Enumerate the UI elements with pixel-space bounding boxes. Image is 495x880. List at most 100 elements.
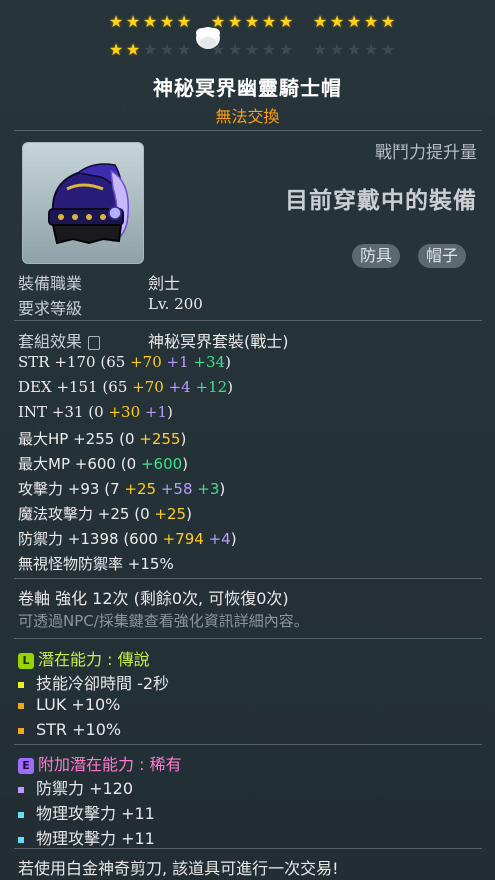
stat-bonus: +4 — [208, 530, 231, 548]
trade-status: 無法交換 — [215, 107, 280, 126]
stat-name: DEX — [18, 378, 52, 396]
stat-close: ) — [227, 378, 234, 396]
job-row: 裝備職業 劍士 — [18, 270, 180, 294]
stat-base: (65 — [102, 378, 128, 396]
stat-row: DEX +151 (65 +70 +4 +12) — [18, 378, 233, 396]
stat-close: ) — [230, 530, 237, 548]
additional-line-text: 物理攻擊力 +11 — [36, 804, 155, 823]
stat-bonus: +794 — [162, 530, 204, 548]
star-force-flower-icon — [196, 27, 220, 49]
star-empty-icon: ★ — [227, 40, 243, 59]
divider — [14, 744, 482, 745]
star-empty-icon: ★ — [261, 40, 277, 59]
star-empty-icon: ★ — [329, 40, 345, 59]
set-label: 套組效果 — [18, 332, 83, 351]
stat-bonus: +70 — [132, 378, 164, 396]
stat-bonus: +4 — [168, 378, 191, 396]
star-filled-icon: ★ — [108, 40, 124, 59]
stat-row: 防禦力 +1398 (600 +794 +4) — [18, 528, 237, 549]
star-empty-icon: ★ — [159, 40, 175, 59]
stat-close: ) — [225, 353, 231, 371]
scroll-upgrade-text: 卷軸 強化 12次 (剩餘0次, 可恢復0次) — [18, 589, 289, 608]
bullet-icon — [18, 786, 24, 793]
stat-bonus: +600 — [140, 455, 183, 473]
stat-close: ) — [167, 403, 173, 421]
level-value: Lv. 200 — [148, 295, 203, 313]
job-label: 裝備職業 — [18, 274, 83, 293]
star-empty-icon: ★ — [363, 40, 379, 59]
stat-name: 無視怪物防禦率 — [18, 555, 124, 573]
set-row: 套組效果 神秘冥界套裝(戰士) — [18, 328, 289, 352]
stat-bonus: +34 — [193, 353, 226, 371]
stat-row: 魔法攻擊力 +25 (0 +25) — [18, 503, 192, 524]
stat-total: +93 — [67, 480, 100, 498]
potential-title: 潛在能力 : 傳說 — [38, 650, 150, 669]
stat-base: (0 — [88, 403, 104, 421]
stat-total: +31 — [51, 403, 84, 421]
ghost-knight-helmet-icon — [48, 163, 129, 245]
item-icon-frame — [22, 142, 144, 264]
tag-armor: 防具 — [352, 244, 401, 268]
stat-row: 攻擊力 +93 (7 +25 +58 +3) — [18, 478, 225, 499]
stat-bonus: +12 — [195, 378, 228, 396]
stat-name: 最大HP — [18, 430, 69, 448]
stat-close: ) — [180, 430, 187, 448]
divider — [14, 130, 482, 131]
stat-bonus: +70 — [130, 353, 162, 371]
star-empty-icon: ★ — [176, 40, 192, 59]
divider — [14, 638, 482, 639]
scroll-upgrade-row: 卷軸 強化 12次 (剩餘0次, 可恢復0次) — [18, 585, 289, 609]
stat-total: +1398 — [67, 530, 119, 548]
additional-line: 防禦力 +120 — [18, 775, 133, 799]
star-filled-icon: ★ — [125, 12, 141, 31]
stat-name: 防禦力 — [18, 530, 64, 548]
additional-potential-title: 附加潛在能力 : 稀有 — [38, 755, 182, 774]
bullet-icon — [18, 811, 24, 818]
epic-badge-icon: E — [18, 757, 34, 774]
level-row: 要求等級 Lv. 200 — [18, 295, 203, 319]
divider — [14, 578, 482, 579]
star-filled-icon: ★ — [159, 12, 175, 31]
stat-base: (0 — [119, 430, 135, 448]
stat-base: (65 — [100, 353, 126, 371]
bullet-icon — [18, 836, 24, 843]
additional-line-text: 防禦力 +120 — [36, 779, 134, 798]
divider — [14, 320, 482, 321]
potential-line-text: 技能冷卻時間 -2秒 — [36, 674, 170, 693]
stat-bonus: +1 — [144, 403, 168, 421]
level-label: 要求等級 — [18, 299, 83, 318]
stat-bonus: +30 — [108, 403, 141, 421]
star-filled-icon: ★ — [227, 12, 243, 31]
stat-base: (0 — [134, 505, 150, 523]
stat-total: +170 — [54, 353, 96, 371]
stat-name: INT — [18, 403, 48, 421]
star-filled-icon: ★ — [261, 12, 277, 31]
stat-base: (7 — [104, 480, 120, 498]
star-filled-icon: ★ — [176, 12, 192, 31]
star-empty-icon: ★ — [278, 40, 294, 59]
job-value: 劍士 — [148, 274, 181, 293]
potential-line: LUK +10% — [18, 695, 120, 714]
potential-line-text: STR +10% — [36, 720, 122, 739]
legendary-badge-icon: L — [18, 652, 34, 669]
star-empty-icon: ★ — [142, 40, 158, 59]
item-name: 神秘冥界幽靈騎士帽 — [153, 76, 342, 100]
scroll-hint-row: 可透過NPC/採集鍵查看強化資訊詳細內容。 — [18, 610, 309, 631]
item-tooltip: ★ ★ ★ ★ ★ ★ ★ ★ ★ ★ ★ ★ ★ ★ ★ ★ ★ ★ ★ ★ ★ ★ ★ ★ ★ ★ ★ ★ ★ ★ 神秘冥界幽靈騎士帽… — [0, 0, 495, 880]
potential-line-text: LUK +10% — [36, 695, 121, 714]
star-filled-icon: ★ — [142, 12, 158, 31]
stat-bonus: +3 — [197, 480, 220, 498]
bullet-icon — [18, 727, 24, 734]
star-filled-icon: ★ — [244, 12, 260, 31]
potential-header: L 潛在能力 : 傳說 — [18, 646, 150, 670]
stat-close: ) — [219, 480, 226, 498]
stat-row: INT +31 (0 +30 +1) — [18, 403, 173, 421]
stat-close: ) — [182, 455, 189, 473]
potential-line: STR +10% — [18, 720, 121, 739]
stat-row: STR +170 (65 +70 +1 +34) — [18, 353, 231, 371]
star-empty-icon: ★ — [346, 40, 362, 59]
stat-row: 最大MP +600 (0 +600) — [18, 453, 188, 474]
stat-total: +255 — [73, 430, 115, 448]
additional-potential-header: E 附加潛在能力 : 稀有 — [18, 751, 182, 775]
footer-row: 若使用白金神奇剪刀, 該道具可進行一次交易! — [18, 855, 339, 879]
